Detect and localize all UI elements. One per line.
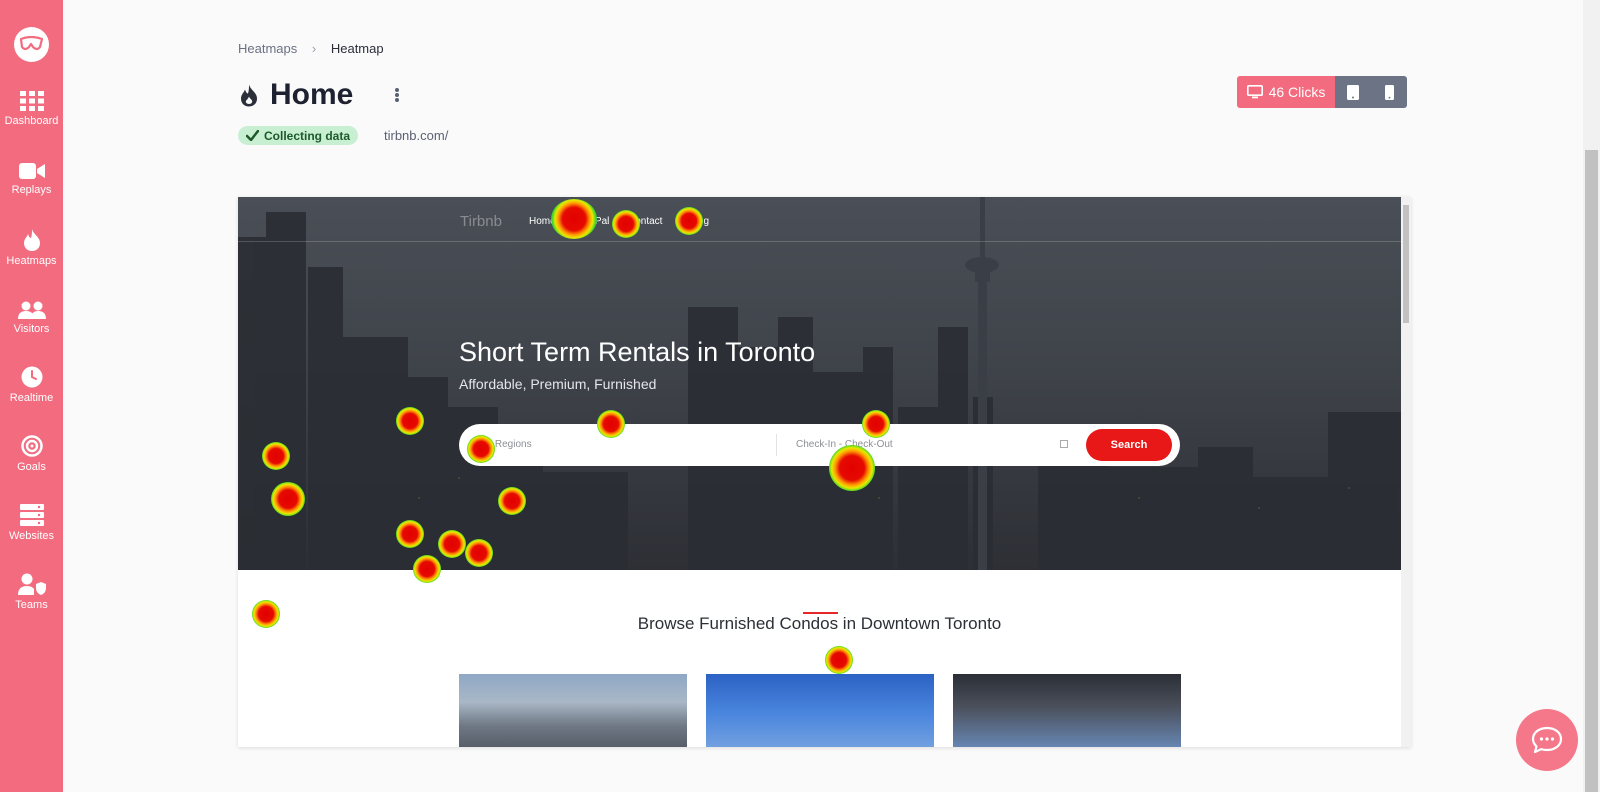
sidebar: Dashboard Replays Heatmaps Visitors Real…: [0, 0, 63, 792]
listing-image[interactable]: [953, 674, 1181, 747]
sidebar-item-websites[interactable]: Websites: [0, 504, 63, 564]
site-search-bar: All Regions Check-In - Check-Out Search: [459, 424, 1180, 466]
tablet-icon: [1347, 84, 1359, 100]
section-title: Browse Furnished Condos in Downtown Toro…: [637, 614, 1002, 633]
site-search-button[interactable]: Search: [1086, 429, 1172, 461]
region-select[interactable]: All Regions: [481, 439, 532, 450]
site-logo[interactable]: Tirbnb: [460, 213, 502, 230]
mobile-phone-icon: [1384, 84, 1394, 100]
listing-image[interactable]: [706, 674, 934, 747]
page-scrollbar[interactable]: [1583, 0, 1600, 792]
device-toggle-group: 46 Clicks: [1237, 76, 1407, 108]
calendar-icon: [1060, 440, 1068, 448]
site-navbar: Tirbnb Home BnBPal Contact Blog: [238, 197, 1401, 242]
desktop-monitor-icon: [1246, 85, 1263, 99]
sidebar-item-label: Goals: [17, 461, 46, 473]
site-nav-home[interactable]: Home: [529, 216, 556, 227]
heatmap-spot: [825, 646, 853, 674]
hero-subtitle: Affordable, Premium, Furnished: [459, 376, 657, 392]
tablet-device-button[interactable]: [1335, 76, 1371, 108]
flame-icon: [23, 229, 40, 251]
search-divider: [776, 434, 777, 456]
mobile-device-button[interactable]: [1371, 76, 1407, 108]
city-skyline-image: [238, 197, 1401, 570]
target-icon: [20, 435, 43, 457]
app-logo[interactable]: [14, 27, 49, 62]
sidebar-item-replays[interactable]: Replays: [0, 162, 63, 222]
sidebar-item-label: Teams: [15, 599, 48, 611]
sidebar-item-goals[interactable]: Goals: [0, 435, 63, 495]
kebab-menu-icon: [395, 88, 400, 92]
chat-button[interactable]: [1516, 709, 1578, 771]
sidebar-item-realtime[interactable]: Realtime: [0, 366, 63, 426]
breadcrumb-link-heatmaps[interactable]: Heatmaps: [238, 41, 297, 56]
status-label: Collecting data: [264, 128, 351, 143]
breadcrumb-separator: ›: [311, 41, 317, 56]
page-title: Home: [270, 78, 354, 111]
sidebar-item-label: Dashboard: [4, 115, 59, 127]
sidebar-item-visitors[interactable]: Visitors: [0, 301, 63, 361]
sidebar-item-dashboard[interactable]: Dashboard: [0, 91, 63, 151]
heatmap-preview: Tirbnb Home BnBPal Contact Blog Short Te…: [238, 197, 1411, 747]
clock-icon: [21, 366, 42, 388]
page-scroll-thumb[interactable]: [1585, 150, 1598, 792]
glasses-logo-icon: [19, 36, 44, 51]
preview-scroll-thumb[interactable]: [1403, 205, 1409, 323]
video-camera-icon: [18, 163, 45, 179]
sidebar-item-label: Visitors: [13, 323, 50, 335]
more-options-button[interactable]: [391, 85, 403, 105]
sidebar-item-label: Heatmaps: [6, 255, 57, 267]
sidebar-item-label: Replays: [11, 184, 52, 196]
site-nav-blog[interactable]: Blog: [689, 216, 709, 227]
site-nav-contact[interactable]: Contact: [628, 216, 662, 227]
checkmark-icon: [246, 130, 259, 141]
date-range-field[interactable]: Check-In - Check-Out: [796, 439, 893, 450]
listing-image[interactable]: [459, 674, 687, 747]
team-shield-icon: [17, 573, 46, 595]
grid-icon: [19, 91, 44, 111]
site-url-link[interactable]: tirbnb.com/: [384, 128, 448, 143]
sidebar-item-label: Realtime: [9, 392, 54, 404]
users-icon: [17, 301, 46, 319]
sidebar-item-heatmaps[interactable]: Heatmaps: [0, 229, 63, 289]
sidebar-item-label: Websites: [8, 530, 55, 542]
server-icon: [19, 504, 44, 526]
breadcrumb: Heatmaps › Heatmap: [238, 41, 384, 56]
site-nav-bnbpal[interactable]: BnBPal: [576, 216, 609, 227]
chat-bubble-icon: [1531, 726, 1563, 754]
flame-icon: [241, 84, 257, 106]
sidebar-item-teams[interactable]: Teams: [0, 573, 63, 633]
status-badge: Collecting data: [238, 126, 359, 145]
page-title-row: Home: [240, 77, 403, 113]
click-count-label: 46 Clicks: [1268, 84, 1326, 100]
breadcrumb-current: Heatmap: [330, 41, 384, 56]
desktop-device-button[interactable]: 46 Clicks: [1237, 76, 1335, 108]
preview-scrollbar[interactable]: [1401, 197, 1411, 747]
hero-title: Short Term Rentals in Toronto: [459, 337, 816, 367]
preview-hero: Tirbnb Home BnBPal Contact Blog Short Te…: [238, 197, 1401, 570]
